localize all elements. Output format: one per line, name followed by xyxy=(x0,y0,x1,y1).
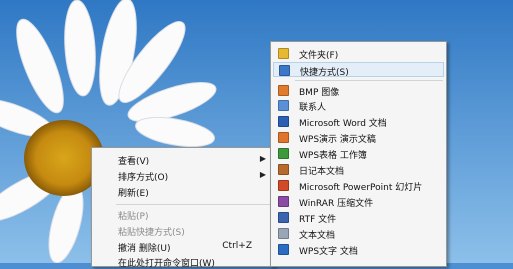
new-item-winrar-label: WinRAR 压缩文件 xyxy=(299,199,374,209)
new-item-word-document-label: Microsoft Word 文档 xyxy=(299,119,387,129)
journal-icon xyxy=(278,164,289,175)
new-item-bmp-image-label: BMP 图像 xyxy=(299,88,340,98)
new-item-journal[interactable]: 日记本文档 xyxy=(273,162,444,177)
new-item-wps-writer[interactable]: WPS文字 文档 xyxy=(273,242,444,257)
menu-item-view[interactable]: 查看(V) ▶ xyxy=(94,152,272,167)
menu-item-paste[interactable]: 粘贴(P) xyxy=(94,207,272,222)
menu-item-sort-by-label: 排序方式(O) xyxy=(118,173,169,183)
desktop-context-menu: 查看(V) ▶ 排序方式(O) ▶ 刷新(E) 粘贴(P) 粘贴快捷方式(S) … xyxy=(91,147,275,269)
menu-item-paste-shortcut[interactable]: 粘贴快捷方式(S) xyxy=(94,223,272,238)
new-item-winrar[interactable]: WinRAR 压缩文件 xyxy=(273,194,444,209)
new-item-text-document-label: 文本文档 xyxy=(299,231,336,241)
text-document-icon xyxy=(278,228,289,239)
wps-writer-icon xyxy=(278,244,289,255)
new-submenu: 文件夹(F) 快捷方式(S) BMP 图像 联系人 Microsoft Word… xyxy=(270,41,447,267)
submenu-arrow-icon: ▶ xyxy=(259,154,266,163)
new-item-contact-label: 联系人 xyxy=(299,103,327,113)
wps-presentation-icon xyxy=(278,132,289,143)
wps-spreadsheet-icon xyxy=(278,148,289,159)
new-item-folder-label: 文件夹(F) xyxy=(299,51,339,61)
new-item-contact[interactable]: 联系人 xyxy=(273,98,444,113)
winrar-icon xyxy=(278,196,289,207)
new-item-wps-presentation-label: WPS演示 演示文稿 xyxy=(299,135,376,145)
new-item-powerpoint[interactable]: Microsoft PowerPoint 幻灯片 xyxy=(273,178,444,193)
new-item-wps-spreadsheet-label: WPS表格 工作簿 xyxy=(299,151,367,161)
powerpoint-icon xyxy=(278,180,289,191)
new-item-shortcut[interactable]: 快捷方式(S) xyxy=(273,62,444,78)
word-document-icon xyxy=(278,116,289,127)
new-item-journal-label: 日记本文档 xyxy=(299,167,345,177)
new-item-folder[interactable]: 文件夹(F) xyxy=(273,46,444,61)
new-item-powerpoint-label: Microsoft PowerPoint 幻灯片 xyxy=(299,183,423,193)
menu-item-undo-delete-label: 撤消 删除(U) xyxy=(118,244,171,254)
new-item-shortcut-label: 快捷方式(S) xyxy=(300,68,349,78)
new-item-rtf-file-label: RTF 文件 xyxy=(299,215,337,225)
menu-item-open-command-window[interactable]: 在此处打开命令窗口(W) xyxy=(94,254,272,269)
new-item-wps-writer-label: WPS文字 文档 xyxy=(299,247,358,257)
new-item-bmp-image[interactable]: BMP 图像 xyxy=(273,83,444,98)
menu-item-paste-shortcut-label: 粘贴快捷方式(S) xyxy=(118,228,185,238)
new-item-wps-presentation[interactable]: WPS演示 演示文稿 xyxy=(273,130,444,145)
menu-item-sort-by[interactable]: 排序方式(O) ▶ xyxy=(94,168,272,183)
menu-item-refresh[interactable]: 刷新(E) xyxy=(94,184,272,199)
new-item-rtf-file[interactable]: RTF 文件 xyxy=(273,210,444,225)
contact-icon xyxy=(278,100,289,111)
menu-item-refresh-label: 刷新(E) xyxy=(118,189,149,199)
menu-item-undo-delete[interactable]: 撤消 删除(U) Ctrl+Z xyxy=(94,239,272,254)
menu-item-paste-label: 粘贴(P) xyxy=(118,212,149,222)
menu-separator xyxy=(295,80,443,81)
menu-separator xyxy=(116,204,271,205)
new-item-text-document[interactable]: 文本文档 xyxy=(273,226,444,241)
new-item-wps-spreadsheet[interactable]: WPS表格 工作簿 xyxy=(273,146,444,161)
bmp-image-icon xyxy=(278,85,289,96)
new-item-word-document[interactable]: Microsoft Word 文档 xyxy=(273,114,444,129)
shortcut-icon xyxy=(279,65,290,76)
submenu-arrow-icon: ▶ xyxy=(259,170,266,179)
folder-icon xyxy=(278,48,289,59)
undo-shortcut-key: Ctrl+Z xyxy=(222,241,252,251)
menu-item-view-label: 查看(V) xyxy=(118,157,150,167)
rtf-file-icon xyxy=(278,212,289,223)
